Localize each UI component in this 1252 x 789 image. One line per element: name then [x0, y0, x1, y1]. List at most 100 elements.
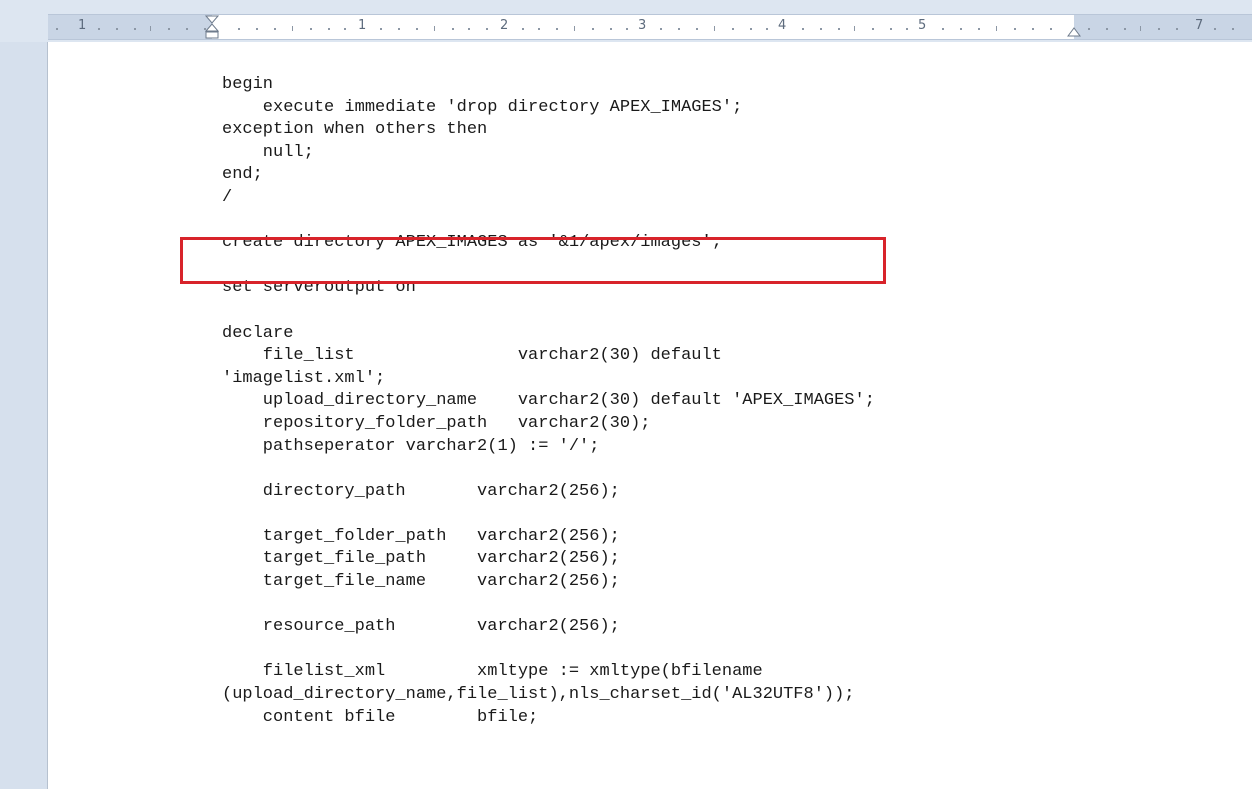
ruler-dot	[1106, 28, 1108, 30]
ruler-dot	[626, 28, 628, 30]
code-line: pathseperator varchar2(1) := '/';	[222, 436, 600, 456]
code-line: null;	[222, 142, 314, 162]
ruler-left-margin	[48, 15, 212, 39]
ruler-dot	[978, 28, 980, 30]
ruler-dot	[872, 28, 874, 30]
ruler-dot	[1158, 28, 1160, 30]
ruler-dot	[732, 28, 734, 30]
code-line: 'imagelist.xml';	[222, 368, 386, 388]
code-line: declare	[222, 323, 294, 343]
ruler-dot	[522, 28, 524, 30]
ruler-dot	[1232, 28, 1234, 30]
ruler-dot	[134, 28, 136, 30]
word-document-window: 1 1 2 3 4 5 7 begin execute immediate 'd…	[0, 0, 1252, 789]
ruler-label: 3	[638, 18, 647, 33]
ruler-bar: 1 1 2 3 4 5 7	[0, 0, 1252, 42]
ruler-dot	[1050, 28, 1052, 30]
ruler-dot	[486, 28, 488, 30]
ruler-dot	[186, 28, 188, 30]
ruler-dot	[838, 28, 840, 30]
ruler-tick	[434, 26, 435, 31]
code-line: exception when others then	[222, 120, 488, 140]
right-indent-marker-icon[interactable]	[1067, 23, 1081, 37]
workspace-left-margin	[0, 42, 48, 789]
ruler-dot	[452, 28, 454, 30]
code-line: resource_path varchar2(256);	[222, 617, 620, 637]
ruler-right-margin	[1074, 15, 1252, 39]
code-line: upload_directory_name varchar2(30) defau…	[222, 391, 875, 411]
ruler-tick	[854, 26, 855, 31]
ruler-dot	[906, 28, 908, 30]
ruler-tick	[150, 26, 151, 31]
ruler-dot	[750, 28, 752, 30]
ruler-dot	[538, 28, 540, 30]
ruler-dot	[328, 28, 330, 30]
ruler-dot	[556, 28, 558, 30]
ruler-dot	[344, 28, 346, 30]
code-line: directory_path varchar2(256);	[222, 481, 620, 501]
ruler-dot	[766, 28, 768, 30]
code-line: repository_folder_path varchar2(30);	[222, 413, 651, 433]
ruler-tick	[292, 26, 293, 31]
ruler-dot	[98, 28, 100, 30]
ruler-dot	[168, 28, 170, 30]
ruler-dot	[238, 28, 240, 30]
code-line: target_file_name varchar2(256);	[222, 572, 620, 592]
ruler-label: 1	[358, 18, 367, 33]
ruler-label: 4	[778, 18, 787, 33]
ruler-dot	[802, 28, 804, 30]
ruler-dot	[592, 28, 594, 30]
ruler-dot	[942, 28, 944, 30]
ruler-dot	[380, 28, 382, 30]
ruler-tick	[714, 26, 715, 31]
ruler-tick	[1140, 26, 1141, 31]
ruler-dot	[56, 28, 58, 30]
ruler-dot	[310, 28, 312, 30]
ruler-dot	[1014, 28, 1016, 30]
ruler-dot	[1124, 28, 1126, 30]
ruler-dot	[468, 28, 470, 30]
ruler-tick	[574, 26, 575, 31]
ruler-dot	[416, 28, 418, 30]
code-line: filelist_xml xmltype := xmltype(bfilenam…	[222, 662, 763, 682]
ruler-dot	[1032, 28, 1034, 30]
code-line: end;	[222, 165, 263, 185]
ruler-tick	[996, 26, 997, 31]
ruler-dot	[1214, 28, 1216, 30]
ruler-dot	[274, 28, 276, 30]
ruler-dot	[960, 28, 962, 30]
ruler-dot	[610, 28, 612, 30]
ruler-dot	[256, 28, 258, 30]
ruler-label: 2	[500, 18, 509, 33]
ruler-label: 5	[918, 18, 927, 33]
first-line-indent-marker-icon[interactable]	[205, 15, 219, 39]
ruler-label: 1	[78, 18, 87, 33]
ruler-dot	[696, 28, 698, 30]
ruler-dot	[820, 28, 822, 30]
ruler-dot	[678, 28, 680, 30]
ruler-dot	[398, 28, 400, 30]
ruler-dot	[116, 28, 118, 30]
ruler-dot	[1088, 28, 1090, 30]
code-line: file_list varchar2(30) default	[222, 346, 722, 366]
horizontal-ruler[interactable]: 1 1 2 3 4 5 7	[48, 14, 1252, 40]
highlight-box	[180, 237, 886, 284]
code-line: execute immediate 'drop directory APEX_I…	[222, 97, 743, 117]
code-line: content bfile bfile;	[222, 707, 539, 727]
ruler-dot	[890, 28, 892, 30]
code-line: target_file_path varchar2(256);	[222, 549, 620, 569]
code-block[interactable]: begin execute immediate 'drop directory …	[222, 74, 875, 729]
code-line: (upload_directory_name,file_list),nls_ch…	[222, 685, 855, 705]
ruler-dot	[1176, 28, 1178, 30]
ruler-label: 7	[1195, 18, 1204, 33]
code-line: /	[222, 187, 233, 207]
code-line: target_folder_path varchar2(256);	[222, 526, 620, 546]
code-line: begin	[222, 75, 274, 94]
ruler-dot	[660, 28, 662, 30]
